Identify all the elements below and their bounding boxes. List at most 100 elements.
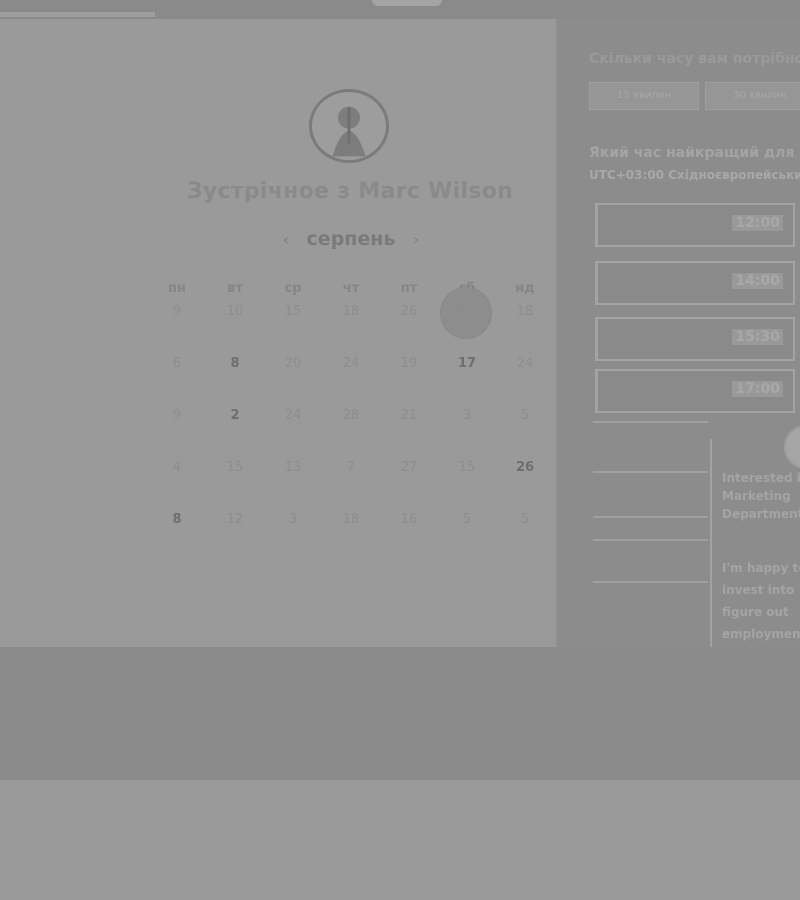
calendar-week: 9 2 24 28 21 3 5 xyxy=(148,406,554,458)
calendar-day-number: 12 xyxy=(226,512,244,527)
time-slot[interactable]: 17:00 xyxy=(595,369,795,413)
calendar-day-number: 15 xyxy=(284,304,302,319)
calendar-day-number: 13 xyxy=(284,460,302,475)
calendar-day-number: 7 xyxy=(346,460,356,475)
divider xyxy=(593,471,708,473)
calendar-day-number: 18 xyxy=(516,304,534,319)
slot-lines xyxy=(593,421,713,601)
calendar-day[interactable]: 18 xyxy=(496,302,554,332)
time-slot[interactable]: 12:00 xyxy=(595,203,795,247)
calendar-day[interactable]: 26 xyxy=(496,458,554,488)
calendar-day[interactable]: 6 xyxy=(148,354,206,384)
calendar-day[interactable]: 18 xyxy=(322,510,380,540)
calendar-day[interactable]: 3 xyxy=(264,510,322,540)
calendar-day[interactable]: 19 xyxy=(380,354,438,384)
calendar-day[interactable]: 15 xyxy=(438,458,496,488)
calendar-day[interactable]: 15 xyxy=(264,302,322,332)
calendar-day[interactable]: 24 xyxy=(264,406,322,436)
calendar-day-number: 15 xyxy=(226,460,244,475)
calendar-day-number: 9 xyxy=(172,408,182,423)
calendar-day-number: 26 xyxy=(515,460,535,475)
calendar-day-number: 19 xyxy=(400,356,418,371)
options-panel: Скільки часу вам потрібно 15 хвилин 30 х… xyxy=(557,19,800,647)
chat-bubble-icon[interactable] xyxy=(784,425,800,469)
weekday-label: вт xyxy=(227,281,243,296)
card-line: Marketing xyxy=(722,489,791,503)
bottom-bar xyxy=(0,649,800,780)
time-slot-label: 17:00 xyxy=(732,381,783,397)
duration-option-15[interactable]: 15 хвилин xyxy=(589,82,699,110)
calendar-day-number: 8 xyxy=(172,512,182,527)
calendar-day[interactable]: 12 xyxy=(206,510,264,540)
divider xyxy=(593,581,708,583)
calendar-day-number: 21 xyxy=(400,408,418,423)
divider xyxy=(593,516,708,518)
calendar-day[interactable]: 24 xyxy=(496,354,554,384)
month-label: серпень xyxy=(306,228,396,250)
duration-option-30[interactable]: 30 хвилин xyxy=(705,82,800,110)
card-line: Department xyxy=(722,507,800,521)
card-line: employment xyxy=(722,627,800,641)
calendar-day[interactable]: 5 xyxy=(496,406,554,436)
calendar-day[interactable]: 28 xyxy=(322,406,380,436)
calendar-day[interactable]: 17 xyxy=(438,354,496,384)
calendar-day-number: 28 xyxy=(342,408,360,423)
info-card: Interested in Marketing Department I'm h… xyxy=(710,425,800,647)
calendar-week: 6 8 20 24 19 17 24 xyxy=(148,354,554,406)
calendar-day-number: 3 xyxy=(462,408,472,423)
calendar-day[interactable]: 5 xyxy=(496,510,554,540)
person-icon xyxy=(332,106,366,157)
weekday-label: пн xyxy=(168,281,186,296)
calendar-day[interactable]: 15 xyxy=(206,458,264,488)
calendar-day[interactable]: 7 xyxy=(322,458,380,488)
calendar-day[interactable]: 5 xyxy=(438,510,496,540)
calendar-day[interactable]: 2 xyxy=(206,406,264,436)
calendar-day-number: 3 xyxy=(288,512,298,527)
calendar-day-selected[interactable]: 17 xyxy=(438,287,496,339)
calendar-day-number: 17 xyxy=(457,356,477,371)
app-window: Зустрічное з Marc Wilson ‹ серпень › пн … xyxy=(0,19,800,649)
calendar-day[interactable]: 21 xyxy=(380,406,438,436)
calendar-day-number: 5 xyxy=(462,512,472,527)
prev-month-button[interactable]: ‹ xyxy=(276,230,296,249)
calendar-day-number: 24 xyxy=(516,356,534,371)
weekday-label: ср xyxy=(284,281,302,296)
card-line: Interested in xyxy=(722,471,800,485)
time-slot[interactable]: 15:30 xyxy=(595,317,795,361)
calendar-day[interactable]: 13 xyxy=(264,458,322,488)
calendar-day[interactable]: 10 xyxy=(206,302,264,332)
calendar-day-number: 6 xyxy=(172,356,182,371)
calendar-day-number: 24 xyxy=(284,408,302,423)
card-line: I'm happy to xyxy=(722,561,800,575)
calendar-day-number: 4 xyxy=(172,460,182,475)
time-slot[interactable]: 14:00 xyxy=(595,261,795,305)
calendar-day-number: 26 xyxy=(400,304,418,319)
calendar-day-number: 16 xyxy=(400,512,418,527)
calendar-day-number: 9 xyxy=(172,304,182,319)
calendar-day[interactable]: 27 xyxy=(380,458,438,488)
calendar-day[interactable]: 8 xyxy=(148,510,206,540)
next-month-button[interactable]: › xyxy=(406,230,426,249)
calendar-day-number: 2 xyxy=(230,408,240,423)
time-question: Який час найкращий для xyxy=(589,145,795,161)
time-slot-label: 15:30 xyxy=(732,329,783,345)
duration-options: 15 хвилин 30 хвилин xyxy=(589,82,800,110)
calendar-day[interactable]: 9 xyxy=(148,406,206,436)
calendar-day[interactable]: 16 xyxy=(380,510,438,540)
calendar-day-number: 5 xyxy=(520,408,530,423)
top-bar xyxy=(0,0,800,19)
tab-indicator xyxy=(0,12,155,17)
calendar-day[interactable]: 20 xyxy=(264,354,322,384)
calendar-week: 4 15 13 7 27 15 26 xyxy=(148,458,554,510)
calendar-day[interactable]: 4 xyxy=(148,458,206,488)
calendar-day[interactable]: 8 xyxy=(206,354,264,384)
calendar-day-number: 18 xyxy=(342,512,360,527)
calendar-day[interactable]: 26 xyxy=(380,302,438,332)
calendar-day[interactable]: 24 xyxy=(322,354,380,384)
duration-question: Скільки часу вам потрібно xyxy=(589,51,800,67)
timezone-selector[interactable]: UTC+03:00 Східноєвропейський xyxy=(589,168,800,182)
calendar-day[interactable]: 3 xyxy=(438,406,496,436)
calendar-day[interactable]: 18 xyxy=(322,302,380,332)
calendar-day[interactable]: 9 xyxy=(148,302,206,332)
drag-handle[interactable] xyxy=(372,0,442,6)
